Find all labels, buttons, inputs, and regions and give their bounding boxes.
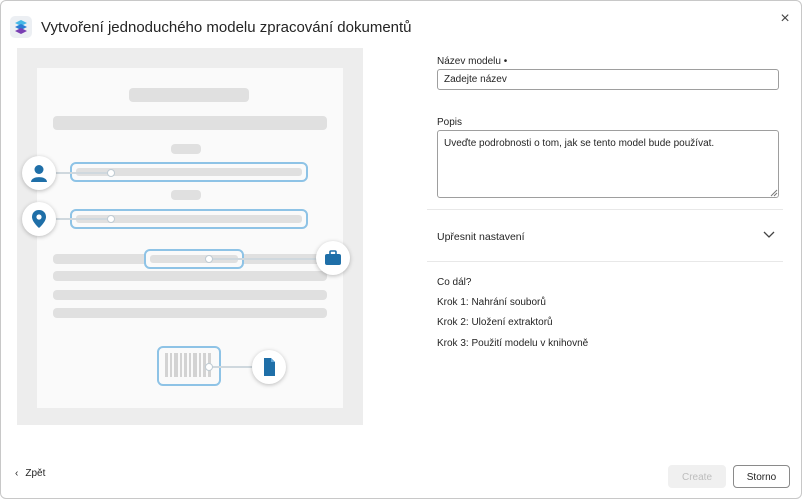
description-label: Popis	[437, 117, 463, 128]
divider	[427, 261, 783, 262]
resize-handle-icon[interactable]	[770, 189, 778, 197]
divider	[427, 209, 783, 210]
model-name-input[interactable]	[437, 69, 779, 90]
connector-line	[54, 218, 110, 220]
advanced-settings-toggle[interactable]: Upřesnit nastavení	[437, 231, 525, 243]
connector-line	[207, 258, 319, 260]
close-icon[interactable]: ×	[776, 10, 794, 28]
document-icon	[252, 350, 286, 384]
create-button[interactable]: Create	[668, 465, 726, 488]
chevron-down-icon[interactable]	[763, 230, 775, 240]
document-processing-icon	[10, 16, 32, 38]
connector-dot	[205, 363, 213, 371]
connector-dot	[107, 169, 115, 177]
placeholder-bar	[53, 308, 327, 318]
placeholder-bar	[53, 290, 327, 300]
chevron-left-icon: ‹	[15, 468, 19, 479]
back-label: Zpět	[25, 468, 46, 479]
placeholder-bar	[171, 144, 201, 154]
placeholder-bar	[129, 88, 249, 102]
briefcase-icon	[316, 241, 350, 275]
document-illustration	[37, 68, 343, 408]
next-step-item: Krok 3: Použití modelu v knihovně	[437, 338, 589, 349]
connector-dot	[107, 215, 115, 223]
back-button[interactable]: ‹ Zpět	[15, 468, 45, 479]
connector-dot	[205, 255, 213, 263]
barcode-icon	[165, 353, 211, 377]
placeholder-bar	[53, 271, 327, 281]
placeholder-bar	[53, 116, 327, 130]
connector-line	[54, 172, 110, 174]
person-icon	[22, 156, 56, 190]
dialog-title: Vytvoření jednoduchého modelu zpracování…	[41, 19, 412, 36]
next-step-item: Krok 1: Nahrání souborů	[437, 297, 546, 308]
placeholder-bar	[171, 190, 201, 200]
cancel-button[interactable]: Storno	[733, 465, 790, 488]
model-name-label: Název modelu •	[437, 56, 508, 67]
illustration-panel	[17, 48, 363, 425]
description-field[interactable]: Uveďte podrobnosti o tom, jak se tento m…	[437, 130, 779, 198]
location-pin-icon	[22, 202, 56, 236]
next-steps-heading: Co dál?	[437, 277, 472, 288]
next-step-item: Krok 2: Uložení extraktorů	[437, 317, 553, 328]
